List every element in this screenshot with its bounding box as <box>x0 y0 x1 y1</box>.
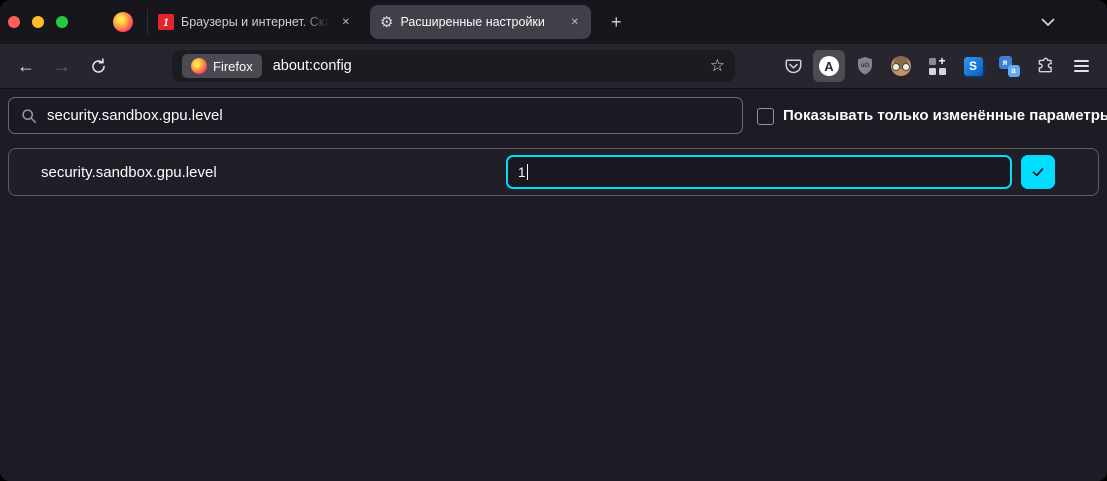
s-badge-icon: S <box>963 56 983 76</box>
s-extension-button[interactable]: S <box>957 50 989 82</box>
adguard-icon: A <box>819 56 839 76</box>
tab-browsers-article[interactable]: 1 Браузеры и интернет. Скачать ✕ <box>148 5 362 39</box>
reload-icon <box>91 57 105 73</box>
forward-button: → <box>53 55 71 76</box>
translate-icon: я a <box>998 55 1020 77</box>
identity-chip[interactable]: Firefox <box>182 54 262 78</box>
extensions-button[interactable] <box>1029 50 1061 82</box>
monkey-extension-button[interactable] <box>885 50 917 82</box>
minimize-window-button[interactable] <box>32 16 44 28</box>
site-favicon-icon: 1 <box>158 14 174 30</box>
hamburger-menu-icon <box>1073 59 1089 73</box>
firefox-logo-icon <box>191 58 207 74</box>
monkey-icon <box>891 56 911 76</box>
text-caret <box>526 164 529 180</box>
ublock-extension-button[interactable]: uO <box>849 50 881 82</box>
list-all-tabs-button[interactable] <box>1041 18 1055 27</box>
close-tab-icon[interactable]: ✕ <box>569 15 581 30</box>
toolbar-icons: A uO + S я a <box>777 50 1097 82</box>
firefox-logo-icon <box>113 12 133 32</box>
pocket-button[interactable] <box>777 50 809 82</box>
new-tab-button[interactable]: + <box>605 12 628 33</box>
show-modified-only-checkbox[interactable] <box>757 108 774 125</box>
close-tab-icon[interactable]: ✕ <box>340 15 352 30</box>
grid-extension-button[interactable]: + <box>921 50 953 82</box>
tab-bar: 1 Браузеры и интернет. Скачать ✕ ⚙ Расши… <box>0 0 1107 44</box>
fullscreen-window-button[interactable] <box>56 16 68 28</box>
grid-plus-icon: + <box>928 55 946 75</box>
gear-icon: ⚙ <box>380 13 394 31</box>
url-bar[interactable]: Firefox about:config ☆ <box>172 50 735 82</box>
tab-title: Расширенные настройки <box>400 15 545 29</box>
puzzle-piece-icon <box>1038 57 1052 73</box>
app-menu-button[interactable] <box>1065 50 1097 82</box>
bookmark-star-icon[interactable]: ☆ <box>710 56 725 76</box>
close-window-button[interactable] <box>8 16 20 28</box>
preference-row: security.sandbox.gpu.level 1 <box>8 148 1099 196</box>
preference-name: security.sandbox.gpu.level <box>41 163 217 181</box>
save-preference-button[interactable] <box>1021 155 1055 189</box>
svg-text:uO: uO <box>861 63 870 69</box>
about-config-page: security.sandbox.gpu.level Показывать то… <box>0 90 1107 481</box>
preference-search-input[interactable]: security.sandbox.gpu.level <box>8 97 743 134</box>
chevron-down-icon <box>1041 18 1055 26</box>
url-text[interactable]: about:config <box>273 58 352 74</box>
identity-chip-label: Firefox <box>213 58 253 74</box>
translate-extension-button[interactable]: я a <box>993 50 1025 82</box>
back-button[interactable]: ← <box>12 52 40 80</box>
ublock-shield-icon: uO <box>858 57 872 75</box>
firefox-window: 1 Браузеры и интернет. Скачать ✕ ⚙ Расши… <box>0 0 1107 481</box>
tab-title: Браузеры и интернет. Скачать <box>181 15 333 29</box>
search-icon <box>22 108 37 123</box>
pocket-icon <box>785 58 801 73</box>
adguard-extension-button[interactable]: A <box>813 50 845 82</box>
preference-value: 1 <box>518 164 526 180</box>
show-modified-only-label[interactable]: Показывать только изменённые параметры <box>783 107 1107 124</box>
navigation-toolbar: ← → Firefox about:config ☆ A uO + S я a <box>0 44 1107 89</box>
window-controls <box>0 16 68 28</box>
search-value: security.sandbox.gpu.level <box>47 107 223 124</box>
preference-value-input[interactable]: 1 <box>506 155 1012 189</box>
checkmark-icon <box>1032 168 1044 177</box>
reload-button[interactable] <box>84 52 112 80</box>
tab-advanced-preferences[interactable]: ⚙ Расширенные настройки ✕ <box>370 5 591 39</box>
